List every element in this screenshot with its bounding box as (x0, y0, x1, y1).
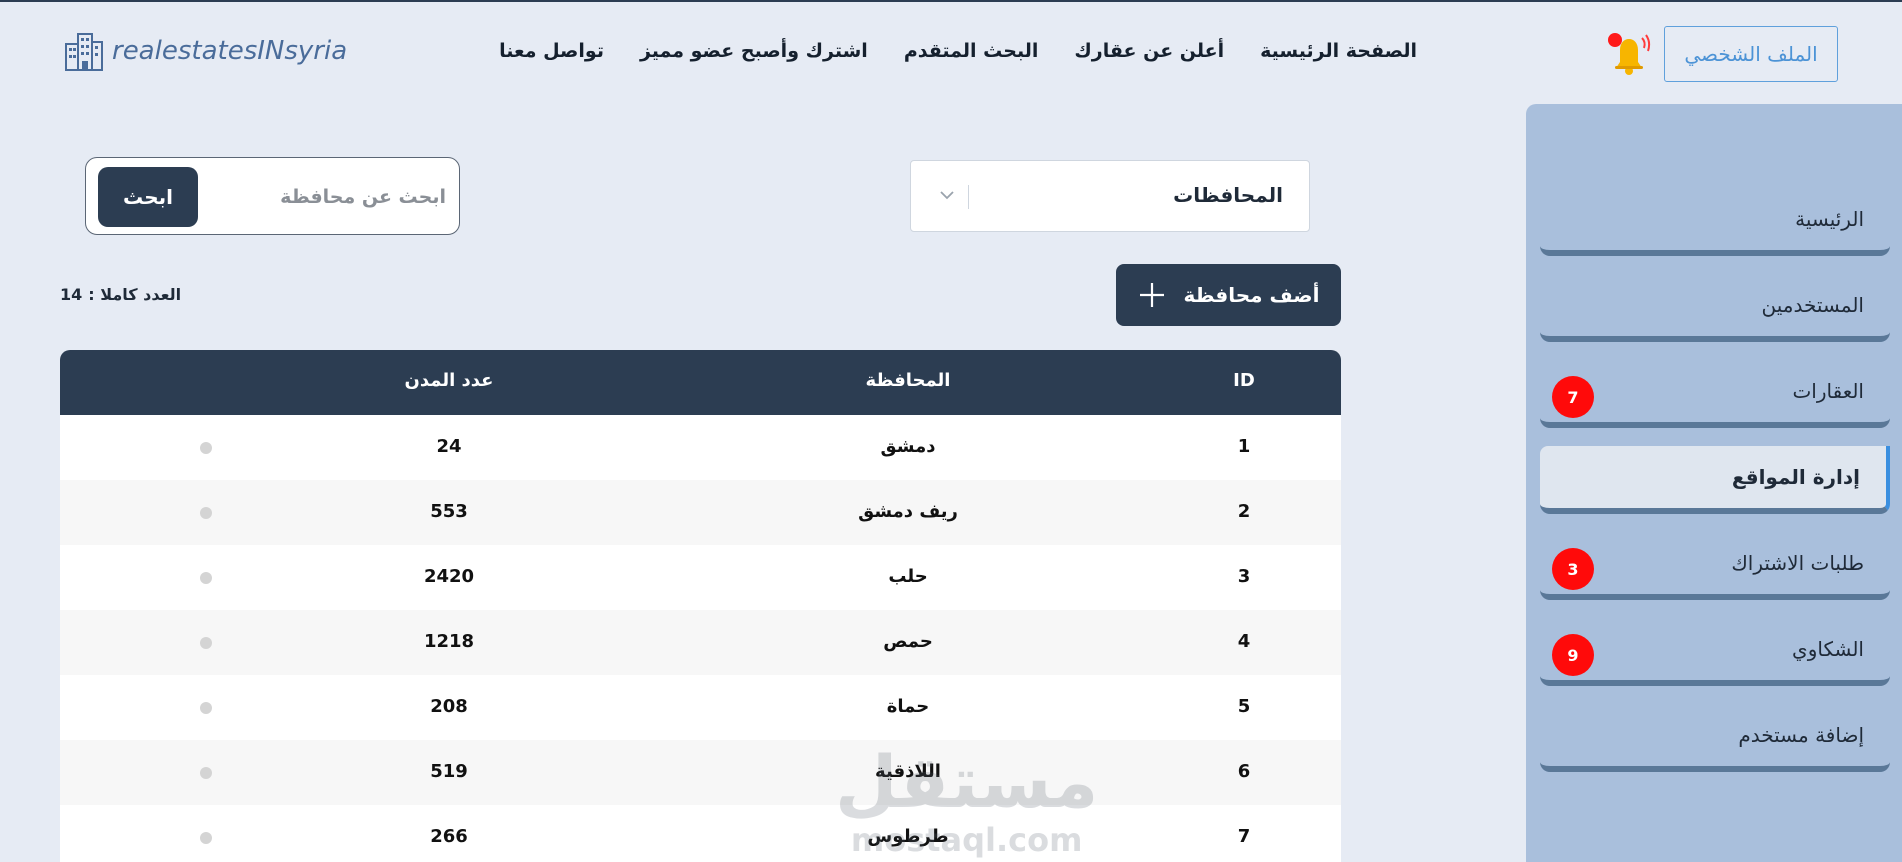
sidebar-item-properties[interactable]: العقارات 7 (1540, 360, 1890, 428)
table-row[interactable]: 3 حلب 2420 (60, 545, 1341, 610)
row-action-dot[interactable] (200, 702, 212, 714)
cell-id: 7 (1237, 826, 1251, 847)
nav-advanced-search[interactable]: البحث المتقدم (904, 40, 1039, 62)
cell-governorate: حمص (883, 631, 933, 652)
nav-post-property[interactable]: أعلن عن عقارك (1074, 40, 1224, 62)
sidebar-item-users[interactable]: المستخدمين (1540, 274, 1890, 342)
site-logo[interactable]: realestatesINsyria (64, 30, 347, 72)
cell-id: 3 (1237, 566, 1251, 587)
sidebar-item-label: الشكاوي (1792, 637, 1864, 661)
cell-governorate: حلب (888, 566, 928, 587)
add-governorate-button[interactable]: أضف محافظة (1116, 264, 1341, 326)
search-button[interactable]: ابحث (98, 167, 198, 227)
building-logo-icon (65, 33, 103, 71)
table-row[interactable]: 2 ريف دمشق 553 (60, 480, 1341, 545)
column-header-governorate: المحافظة (865, 370, 951, 391)
cell-cities: 266 (430, 826, 468, 847)
column-header-cities: عدد المدن (404, 370, 494, 391)
logo-text: realestatesINsyria (112, 36, 348, 66)
cell-cities: 2420 (423, 566, 475, 587)
cell-cities: 24 (436, 436, 462, 457)
table-header: ID المحافظة عدد المدن (60, 350, 1341, 415)
notification-bell-icon[interactable] (1604, 30, 1654, 80)
nav-contact[interactable]: تواصل معنا (499, 40, 604, 62)
profile-button[interactable]: الملف الشخصي (1664, 26, 1838, 82)
row-action-dot[interactable] (200, 637, 212, 649)
sidebar-item-locations[interactable]: إدارة المواقع (1540, 446, 1890, 514)
add-button-label: أضف محافظة (1183, 283, 1320, 307)
nav-home[interactable]: الصفحة الرئيسية (1260, 40, 1417, 62)
total-value: 14 (60, 285, 83, 304)
nav-subscribe[interactable]: اشترك وأصبح عضو مميز (640, 40, 868, 62)
main-nav: الصفحة الرئيسية أعلن عن عقارك البحث المت… (499, 40, 1417, 62)
total-label: العدد كاملا : (88, 285, 182, 304)
cell-cities: 519 (430, 761, 468, 782)
row-action-dot[interactable] (200, 767, 212, 779)
count-badge: 7 (1552, 376, 1594, 418)
cell-governorate: ريف دمشق (858, 501, 958, 522)
governorates-table: ID المحافظة عدد المدن 1 دمشق 24 2 ريف دمشق 55… (60, 350, 1341, 862)
cell-cities: 1218 (423, 631, 475, 652)
count-badge: 3 (1552, 548, 1594, 590)
sidebar-item-add-user[interactable]: إضافة مستخدم (1540, 704, 1890, 772)
column-header-id: ID (1233, 370, 1255, 391)
sidebar-item-subscriptions[interactable]: طلبات الاشتراك 3 (1540, 532, 1890, 600)
cell-governorate: دمشق (880, 436, 936, 457)
table-row[interactable]: 7 طرطوس 266 (60, 805, 1341, 862)
cell-cities: 208 (430, 696, 468, 717)
cell-id: 4 (1237, 631, 1251, 652)
sidebar-item-complaints[interactable]: الشكاوي 9 (1540, 618, 1890, 686)
row-action-dot[interactable] (200, 442, 212, 454)
search-input[interactable] (206, 176, 446, 218)
sidebar-item-label: طلبات الاشتراك (1731, 551, 1864, 575)
row-action-dot[interactable] (200, 507, 212, 519)
governorate-select[interactable]: المحافظات (910, 160, 1310, 232)
table-row[interactable]: 5 حماة 208 (60, 675, 1341, 740)
sidebar-item-label: المستخدمين (1761, 293, 1864, 317)
table-row[interactable]: 1 دمشق 24 (60, 415, 1341, 480)
table-body: 1 دمشق 24 2 ريف دمشق 553 3 حلب 2420 4 حمص 1218 5 حماة… (60, 415, 1341, 862)
table-row[interactable]: 6 اللاذقية 519 (60, 740, 1341, 805)
row-action-dot[interactable] (200, 832, 212, 844)
total-count: العدد كاملا : 14 (60, 285, 181, 304)
sidebar-item-home[interactable]: الرئيسية (1540, 188, 1890, 256)
cell-id: 2 (1237, 501, 1251, 522)
select-divider (968, 185, 969, 209)
table-row[interactable]: 4 حمص 1218 (60, 610, 1341, 675)
cell-cities: 553 (430, 501, 468, 522)
sidebar-item-label: الرئيسية (1795, 207, 1864, 231)
search-box: ابحث (85, 157, 460, 235)
select-value: المحافظات (1173, 183, 1283, 207)
plus-icon (1139, 283, 1164, 307)
count-badge: 9 (1552, 634, 1594, 676)
cell-governorate: اللاذقية (875, 761, 941, 782)
cell-id: 6 (1237, 761, 1251, 782)
row-action-dot[interactable] (200, 572, 212, 584)
chevron-down-icon (940, 191, 954, 200)
sidebar-item-label: إدارة المواقع (1731, 465, 1860, 489)
sidebar-item-label: العقارات (1792, 379, 1864, 403)
sidebar: الرئيسية المستخدمين العقارات 7 إدارة الم… (1526, 104, 1902, 862)
cell-governorate: طرطوس (867, 826, 949, 847)
cell-id: 1 (1237, 436, 1251, 457)
sidebar-item-label: إضافة مستخدم (1738, 723, 1864, 747)
cell-governorate: حماة (886, 696, 930, 717)
cell-id: 5 (1237, 696, 1251, 717)
